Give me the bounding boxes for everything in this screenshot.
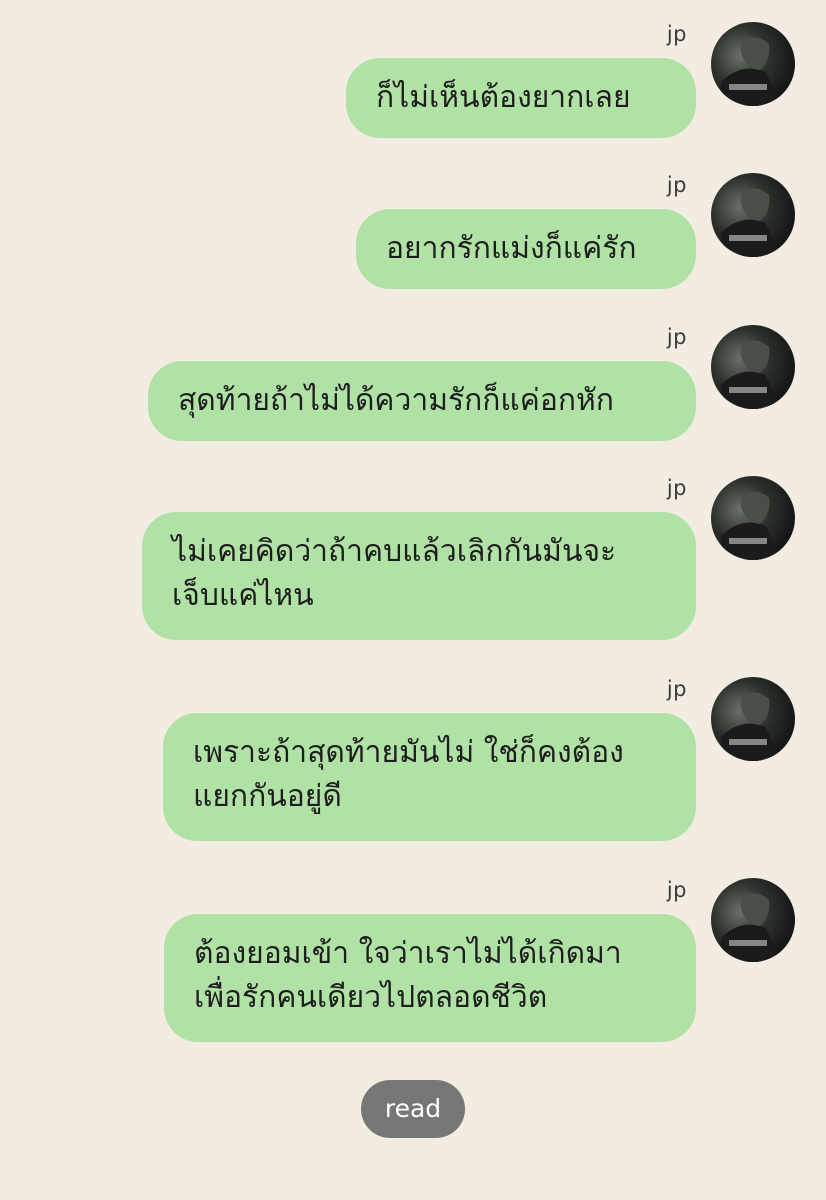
message-text: ก็ไม่เห็นต้องยากเลย [376,80,631,115]
avatar-icon[interactable] [711,173,795,257]
message-text: อยากรักแม่งก็แค่รัก [386,231,637,266]
sender-name: jp [666,325,687,349]
sender-name: jp [666,476,687,500]
message-bubble[interactable]: ไม่เคยคิดว่าถ้าคบแล้วเลิกกันมันจะ เจ็บแค… [142,512,696,640]
sender-name: jp [666,677,687,701]
avatar-icon[interactable] [711,677,795,761]
avatar-icon[interactable] [711,22,795,106]
sender-name: jp [666,22,687,46]
sender-name: jp [666,173,687,197]
avatar-icon[interactable] [711,325,795,409]
message-bubble[interactable]: สุดท้ายถ้าไม่ได้ความรักก็แค่อกหัก [148,361,696,441]
avatar-icon[interactable] [711,878,795,962]
message-text: เพื่อรักคนเดียวไปตลอดชีวิต [194,980,548,1015]
message-text: ไม่เคยคิดว่าถ้าคบแล้วเลิกกันมันจะ [172,534,617,569]
chat-view: jp ก็ไม่เห็นต้องยากเลย jp อยากรักแม่งก็แ… [0,0,826,1200]
message-bubble[interactable]: ต้องยอมเข้า ใจว่าเราไม่ได้เกิดมา เพื่อรั… [164,914,696,1042]
sender-name: jp [666,878,687,902]
message-text: เจ็บแค่ไหน [172,578,314,613]
message-text: สุดท้ายถ้าไม่ได้ความรักก็แค่อกหัก [178,383,614,418]
message-text: เพราะถ้าสุดท้ายมันไม่ ใช่ก็คงต้อง [193,735,624,770]
message-bubble[interactable]: ก็ไม่เห็นต้องยากเลย [346,58,696,138]
read-status-badge: read [361,1080,465,1138]
message-bubble[interactable]: เพราะถ้าสุดท้ายมันไม่ ใช่ก็คงต้อง แยกกัน… [163,713,696,841]
message-bubble[interactable]: อยากรักแม่งก็แค่รัก [356,209,696,289]
message-text: ต้องยอมเข้า ใจว่าเราไม่ได้เกิดมา [194,936,622,971]
avatar-icon[interactable] [711,476,795,560]
message-text: แยกกันอยู่ดี [193,779,342,814]
